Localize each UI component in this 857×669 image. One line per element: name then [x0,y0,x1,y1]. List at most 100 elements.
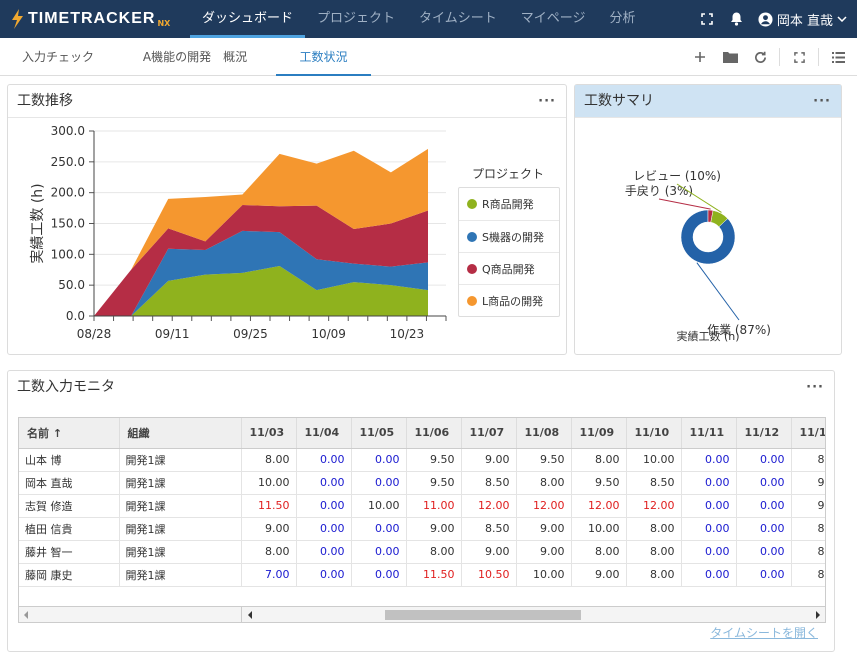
column-header[interactable]: 11/04 [296,418,352,449]
cell-hours[interactable]: 7.00 [241,563,297,587]
cell-hours[interactable]: 0.00 [296,448,352,472]
horizontal-scrollbar[interactable] [18,607,826,623]
scroll-right-icon[interactable] [813,607,823,623]
cell-hours[interactable]: 9.00 [241,517,297,541]
cell-hours[interactable]: 0.00 [681,563,737,587]
fullscreen-icon[interactable] [692,0,722,38]
cell-hours[interactable]: 8.00 [571,448,627,472]
user-menu[interactable]: 岡本 直哉 [758,10,847,29]
nav-dashboard[interactable]: ダッシュボード [190,0,306,38]
nav-timesheet[interactable]: タイムシート [407,0,509,38]
cell-hours[interactable]: 9.00 [406,517,462,541]
cell-hours[interactable]: 11.50 [406,563,462,587]
cell-hours[interactable]: 11.00 [406,494,462,518]
cell-hours[interactable]: 0.00 [351,448,407,472]
more-icon[interactable]: ··· [806,371,824,404]
column-header[interactable]: 11/03 [241,418,297,449]
column-header[interactable]: 11/10 [626,418,682,449]
cell-hours[interactable]: 8 [791,517,825,541]
cell-hours[interactable]: 8.00 [626,563,682,587]
cell-hours[interactable]: 0.00 [296,471,352,495]
cell-hours[interactable]: 8.50 [461,517,517,541]
nav-analysis[interactable]: 分析 [598,0,648,38]
cell-hours[interactable]: 0.00 [736,471,792,495]
list-icon[interactable] [823,38,853,76]
bell-icon[interactable] [722,0,752,38]
legend-item[interactable]: L商品の開発 [459,284,559,316]
cell-hours[interactable]: 12.00 [571,494,627,518]
cell-hours[interactable]: 9.00 [571,563,627,587]
cell-hours[interactable]: 9.00 [461,448,517,472]
scroll-thumb[interactable] [385,610,581,620]
cell-hours[interactable]: 8.00 [571,540,627,564]
table-row[interactable]: 藤岡 康史 開発1課 7.00 0.00 0.00 11.50 10.50 10.00 9.00… [19,563,825,587]
cell-hours[interactable]: 0.00 [351,563,407,587]
scroll-left-icon[interactable] [21,607,31,623]
tab-effort-status[interactable]: 工数状況 [276,38,371,76]
cell-hours[interactable]: 0.00 [296,517,352,541]
column-header[interactable]: 11/12 [736,418,792,449]
cell-hours[interactable]: 8.00 [241,540,297,564]
cell-hours[interactable]: 8 [791,540,825,564]
app-logo[interactable]: TIMETRACKER NX [10,8,170,30]
cell-hours[interactable]: 8.50 [461,471,517,495]
cell-hours[interactable]: 9.50 [406,448,462,472]
cell-hours[interactable]: 0.00 [296,494,352,518]
cell-hours[interactable]: 8.00 [516,471,572,495]
table-row[interactable]: 岡本 直哉 開発1課 10.00 0.00 0.00 9.50 8.50 8.00 9.50 8.… [19,471,825,495]
cell-hours[interactable]: 10.50 [461,563,517,587]
cell-hours[interactable]: 10.00 [626,448,682,472]
cell-hours[interactable]: 0.00 [296,563,352,587]
cell-hours[interactable]: 11.50 [241,494,297,518]
column-header[interactable]: 11/05 [351,418,407,449]
legend-item[interactable]: Q商品開発 [459,252,559,284]
cell-hours[interactable]: 8.00 [406,540,462,564]
cell-hours[interactable]: 9.50 [516,448,572,472]
cell-hours[interactable]: 0.00 [681,448,737,472]
cell-hours[interactable]: 9.00 [516,517,572,541]
cell-hours[interactable]: 12.00 [516,494,572,518]
cell-hours[interactable]: 0.00 [681,471,737,495]
tab-a-feature-overview[interactable]: A機能の開発 概況 [130,38,260,76]
cell-hours[interactable]: 0.00 [351,517,407,541]
cell-hours[interactable]: 0.00 [296,540,352,564]
cell-hours[interactable]: 8.00 [241,448,297,472]
cell-hours[interactable]: 9 [791,494,825,518]
column-header[interactable]: 11/06 [406,418,462,449]
cell-hours[interactable]: 9.50 [406,471,462,495]
column-header[interactable]: 11/11 [681,418,737,449]
cell-hours[interactable]: 9.50 [571,471,627,495]
nav-mypage[interactable]: マイページ [509,0,598,38]
cell-hours[interactable]: 10.00 [571,517,627,541]
cell-hours[interactable]: 8 [791,563,825,587]
column-header[interactable]: 11/09 [571,418,627,449]
tab-input-check[interactable]: 入力チェック [8,38,108,76]
legend-item[interactable]: S機器の開発 [459,220,559,252]
scroll-left-icon[interactable] [245,607,255,623]
cell-hours[interactable]: 0.00 [736,517,792,541]
cell-hours[interactable]: 8 [791,448,825,472]
more-icon[interactable]: ··· [813,85,831,118]
column-header[interactable]: 名前 ↑ [19,418,120,449]
column-header[interactable]: 11/1 [791,418,825,449]
table-row[interactable]: 志賀 修造 開発1課 11.50 0.00 10.00 11.00 12.00 12.00 12… [19,494,825,518]
column-header[interactable]: 組織 [119,418,242,449]
cell-hours[interactable]: 0.00 [681,494,737,518]
cell-hours[interactable]: 0.00 [736,448,792,472]
column-header[interactable]: 11/08 [516,418,572,449]
table-row[interactable]: 藤井 智一 開発1課 8.00 0.00 0.00 8.00 9.00 9.00 8.00 8.0… [19,540,825,564]
refresh-icon[interactable] [745,38,775,76]
table-row[interactable]: 植田 信貴 開発1課 9.00 0.00 0.00 9.00 8.50 9.00 10.00 8.… [19,517,825,541]
cell-hours[interactable]: 8.00 [626,517,682,541]
cell-hours[interactable]: 9.00 [516,540,572,564]
cell-hours[interactable]: 0.00 [681,540,737,564]
cell-hours[interactable]: 12.00 [461,494,517,518]
more-icon[interactable]: ··· [538,85,556,118]
folder-icon[interactable] [715,38,745,76]
cell-hours[interactable]: 0.00 [736,540,792,564]
expand-icon[interactable] [784,38,814,76]
cell-hours[interactable]: 0.00 [736,563,792,587]
cell-hours[interactable]: 9 [791,471,825,495]
cell-hours[interactable]: 8.50 [626,471,682,495]
cell-hours[interactable]: 0.00 [351,540,407,564]
